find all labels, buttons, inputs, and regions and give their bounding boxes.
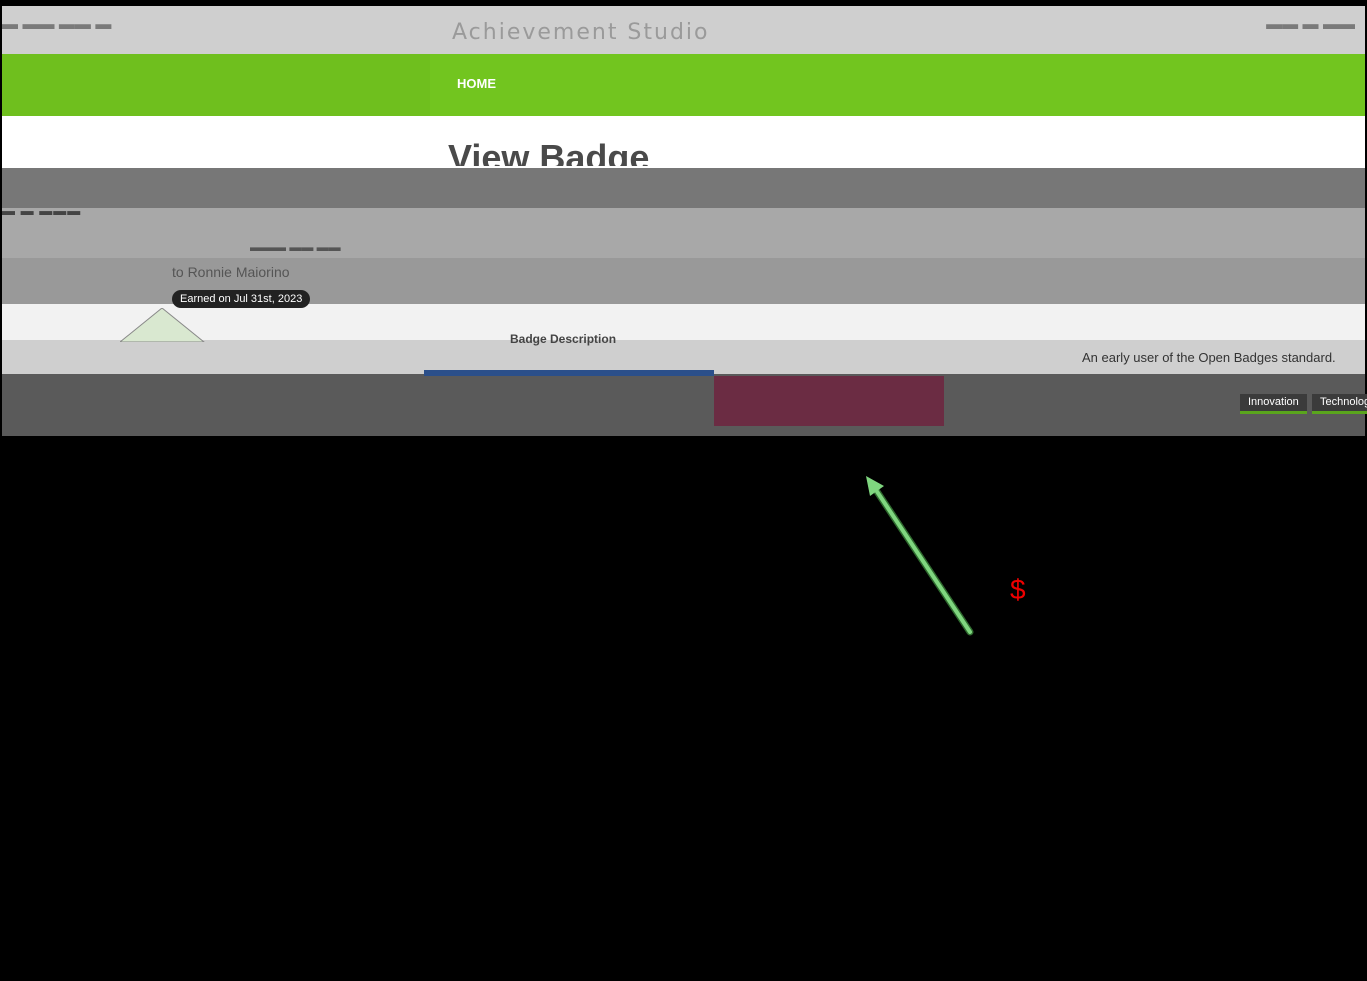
- nav-left-block: [2, 54, 430, 116]
- badge-tag[interactable]: Innovation: [1240, 394, 1307, 414]
- badge-recipient: to Ronnie Maiorino: [172, 264, 290, 280]
- page-title: View Badge: [448, 137, 650, 166]
- badge-tag[interactable]: Technology: [1312, 394, 1367, 414]
- glitch-band: [2, 208, 1365, 258]
- site-title: Achievement Studio: [452, 20, 710, 45]
- title-strip: [2, 116, 1365, 168]
- glitch-band: [2, 168, 1365, 208]
- badge-description-label: Badge Description: [510, 332, 617, 346]
- garbled-text-left: ▬ ▬▬ ▬▬ ▬: [2, 16, 112, 33]
- annotation-symbol: $: [1010, 574, 1026, 605]
- garbled-text-right: ▬▬ ▬ ▬▬: [1266, 16, 1355, 33]
- glitch-strip: [424, 370, 714, 376]
- earned-date-badge: Earned on Jul 31st, 2023: [172, 290, 311, 308]
- screenshot-frame: ▬ ▬▬ ▬▬ ▬ Achievement Studio ▬▬ ▬ ▬▬ HOM…: [0, 0, 1367, 981]
- badge-tagline: An early user of the Open Badges standar…: [1082, 350, 1336, 365]
- garbled-text: ▬▬▬ ▬▬ ▬▬: [250, 240, 341, 254]
- nav-home-link[interactable]: HOME: [457, 76, 496, 91]
- top-header-band: ▬ ▬▬ ▬▬ ▬ Achievement Studio ▬▬ ▬ ▬▬: [2, 6, 1365, 54]
- glitch-band: [2, 374, 1365, 436]
- garbled-text: ▬ ▬ ▬▬▬: [2, 203, 82, 218]
- main-nav: HOME: [2, 54, 1365, 116]
- badge-artwork-fragment: [714, 376, 944, 426]
- annotation-arrow-icon: [866, 476, 974, 636]
- badge-image-icon: [120, 308, 205, 342]
